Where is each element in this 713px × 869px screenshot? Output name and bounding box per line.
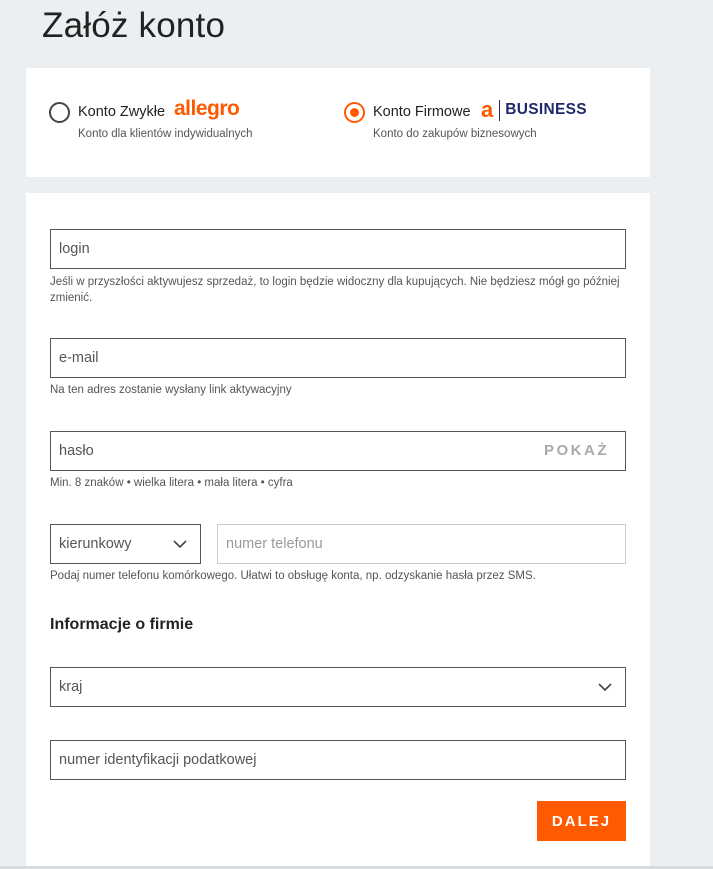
tax-id-input[interactable]: numer identyfikacji podatkowej bbox=[50, 740, 626, 780]
phone-helper: Podaj numer telefonu komórkowego. Ułatwi… bbox=[50, 570, 536, 582]
allegro-business-logo: a BUSINESS bbox=[481, 99, 587, 121]
phone-prefix-select[interactable]: kierunkowy bbox=[50, 524, 201, 564]
login-input[interactable]: login bbox=[50, 229, 626, 269]
country-placeholder: kraj bbox=[59, 679, 83, 695]
password-helper: Min. 8 znaków • wielka litera • mała lit… bbox=[50, 477, 293, 489]
logo-separator bbox=[499, 99, 501, 121]
next-button[interactable]: DALEJ bbox=[537, 801, 626, 841]
password-input[interactable]: hasło POKAŻ bbox=[50, 431, 626, 471]
tax-id-placeholder: numer identyfikacji podatkowej bbox=[59, 752, 257, 768]
account-type-card: Konto Zwykłe allegro Konto dla klientów … bbox=[26, 68, 650, 177]
country-select[interactable]: kraj bbox=[50, 667, 626, 707]
password-placeholder: hasło bbox=[59, 443, 94, 459]
phone-number-placeholder: numer telefonu bbox=[226, 536, 323, 552]
email-placeholder: e-mail bbox=[59, 350, 99, 366]
chevron-down-icon bbox=[173, 540, 187, 549]
account-business-label: Konto Firmowe bbox=[373, 104, 471, 120]
allegro-logo: allegro bbox=[174, 97, 240, 120]
chevron-down-icon bbox=[598, 683, 612, 692]
phone-prefix-placeholder: kierunkowy bbox=[59, 536, 132, 552]
login-placeholder: login bbox=[59, 241, 90, 257]
account-normal-label: Konto Zwykłe bbox=[78, 104, 166, 120]
page-title: Załóż konto bbox=[42, 6, 226, 45]
account-business-description: Konto do zakupów biznesowych bbox=[373, 128, 537, 140]
phone-number-input[interactable]: numer telefonu bbox=[217, 524, 626, 564]
business-wordmark: BUSINESS bbox=[505, 101, 587, 118]
show-password-button[interactable]: POKAŻ bbox=[544, 442, 609, 459]
radio-normal[interactable] bbox=[49, 102, 70, 123]
email-helper: Na ten adres zostanie wysłany link aktyw… bbox=[50, 384, 292, 396]
registration-form: login Jeśli w przyszłości aktywujesz spr… bbox=[26, 193, 650, 869]
radio-business[interactable] bbox=[344, 102, 365, 123]
allegro-a-mark: a bbox=[481, 97, 494, 122]
account-normal-description: Konto dla klientów indywidualnych bbox=[78, 128, 253, 140]
login-helper: Jeśli w przyszłości aktywujesz sprzedaż,… bbox=[50, 276, 620, 304]
company-section-title: Informacje o firmie bbox=[50, 616, 194, 633]
email-input[interactable]: e-mail bbox=[50, 338, 626, 378]
